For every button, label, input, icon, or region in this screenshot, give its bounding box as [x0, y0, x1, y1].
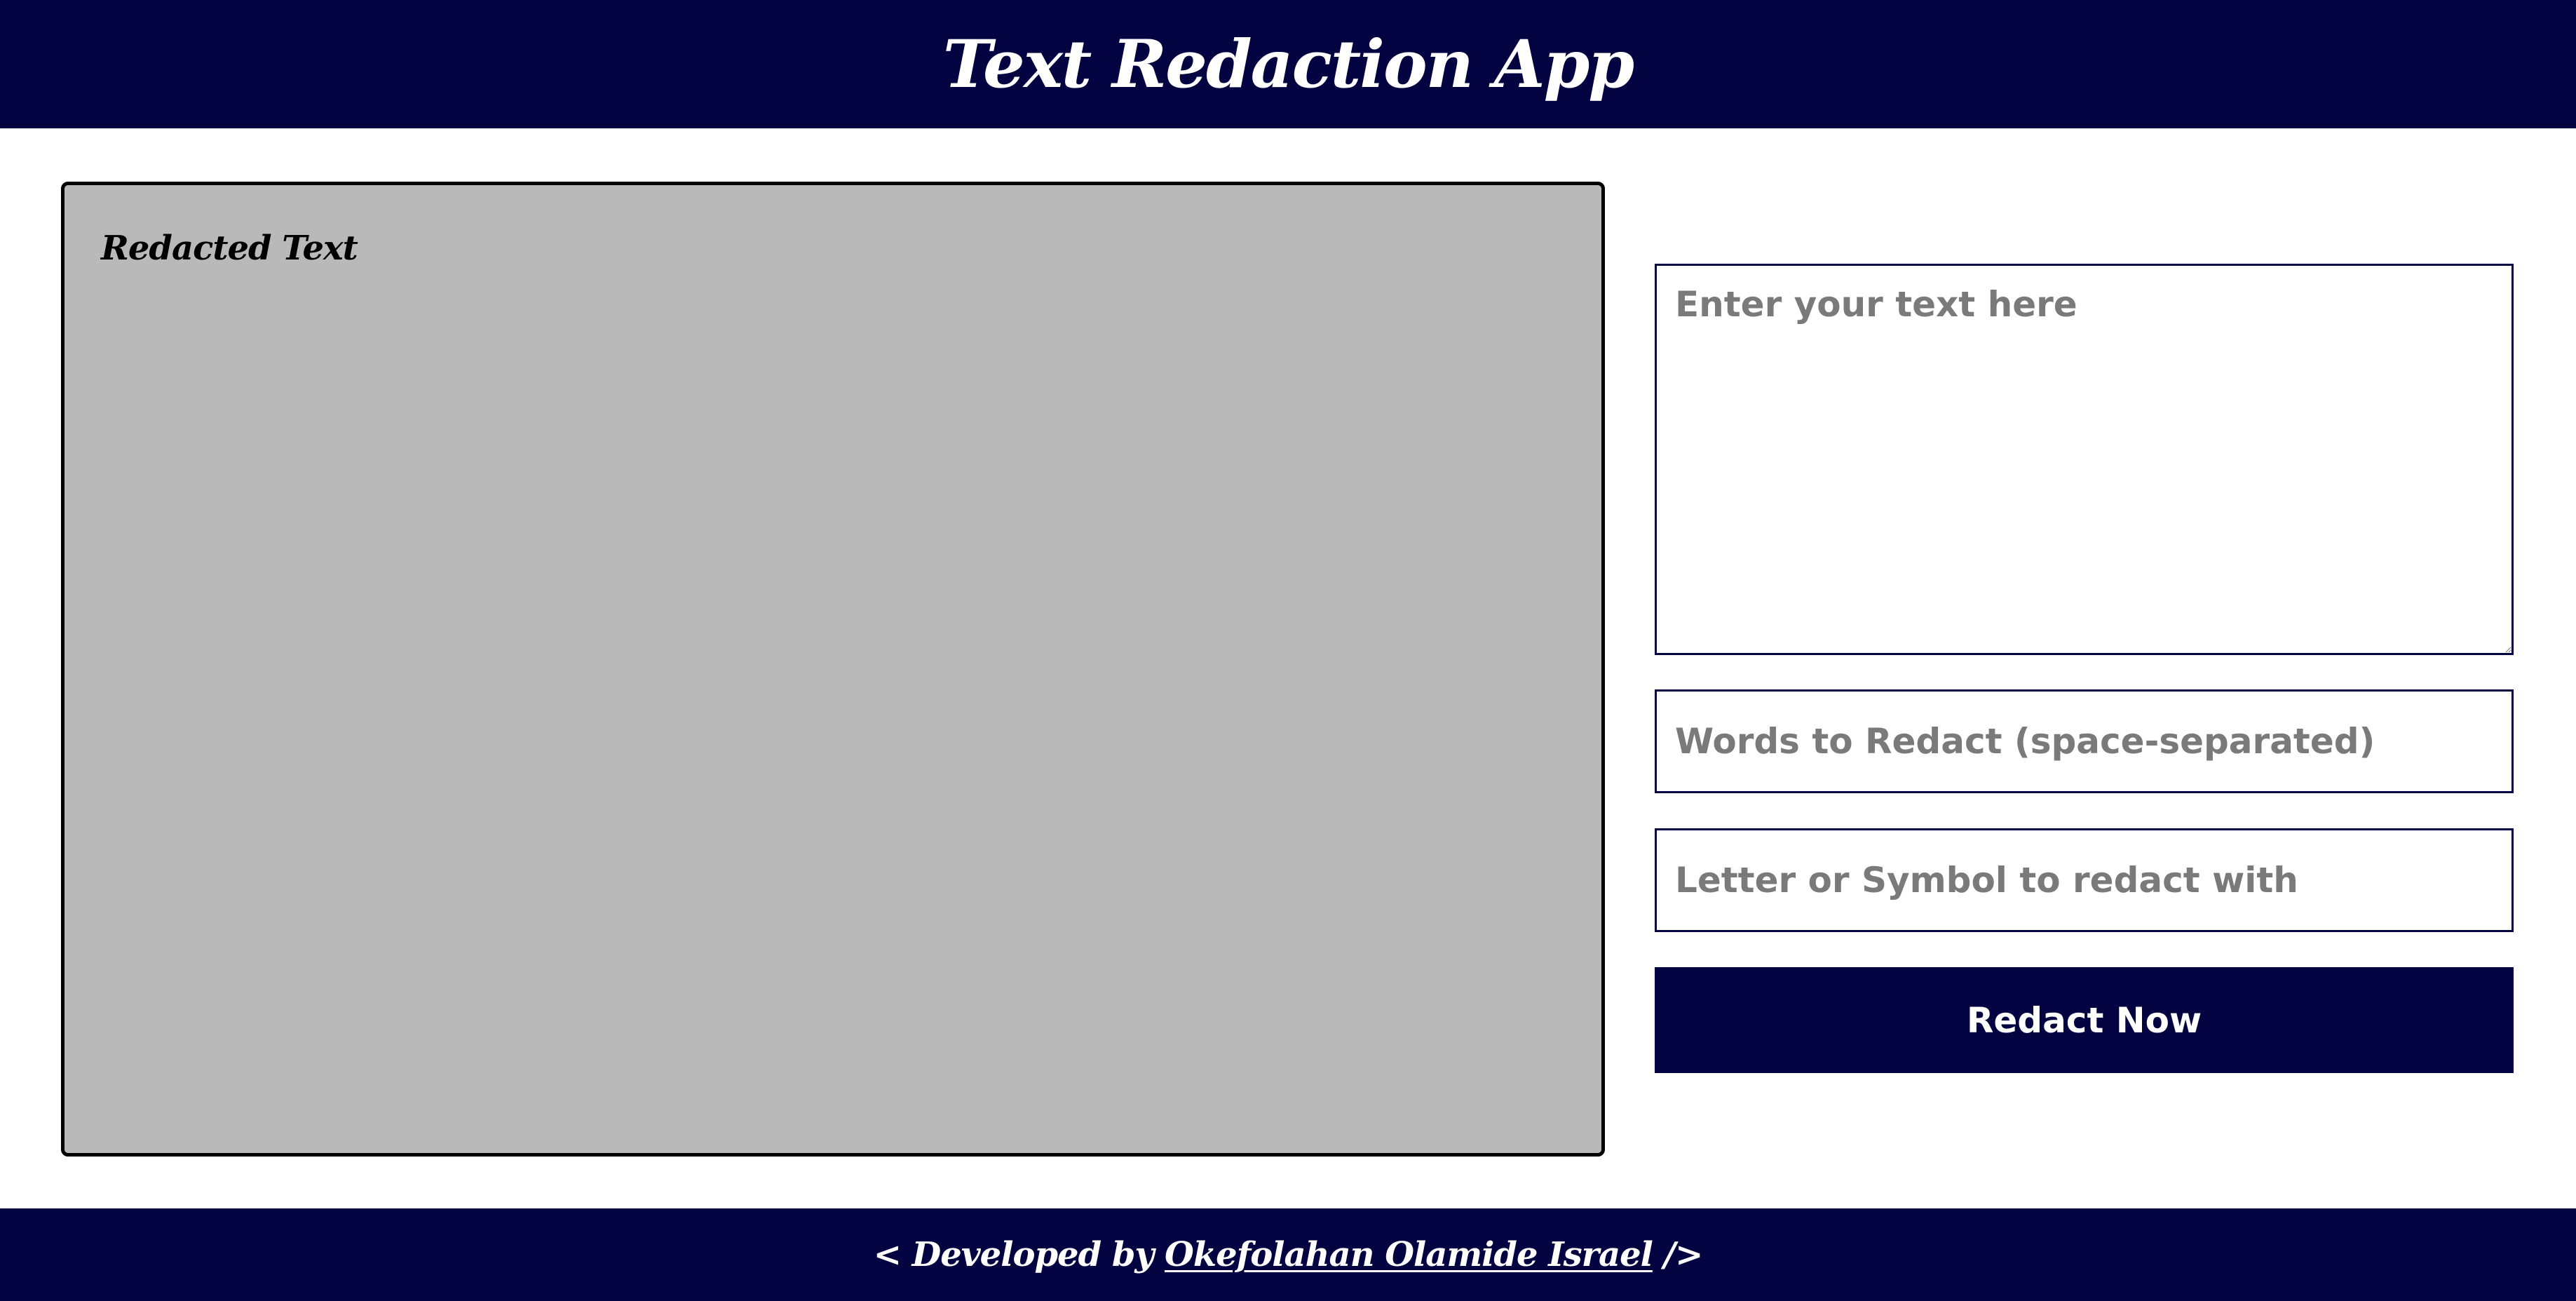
- source-text-input[interactable]: [1655, 264, 2514, 655]
- footer-prefix: < Developed by: [873, 1235, 1165, 1274]
- redacted-text-heading: Redacted Text: [101, 229, 358, 268]
- footer-suffix: />: [1652, 1235, 1704, 1274]
- app-title: Text Redaction App: [942, 25, 1634, 103]
- author-link[interactable]: Okefolahan Olamide Israel: [1165, 1235, 1653, 1274]
- app-footer: < Developed by Okefolahan Olamide Israel…: [0, 1208, 2576, 1301]
- redacted-text-panel: Redacted Text: [61, 182, 1605, 1157]
- redacted-text-output: [101, 290, 1565, 1117]
- words-to-redact-input[interactable]: [1655, 689, 2514, 793]
- app-header: Text Redaction App: [0, 0, 2576, 128]
- redact-now-button[interactable]: Redact Now: [1655, 967, 2514, 1073]
- redaction-symbol-input[interactable]: [1655, 828, 2514, 932]
